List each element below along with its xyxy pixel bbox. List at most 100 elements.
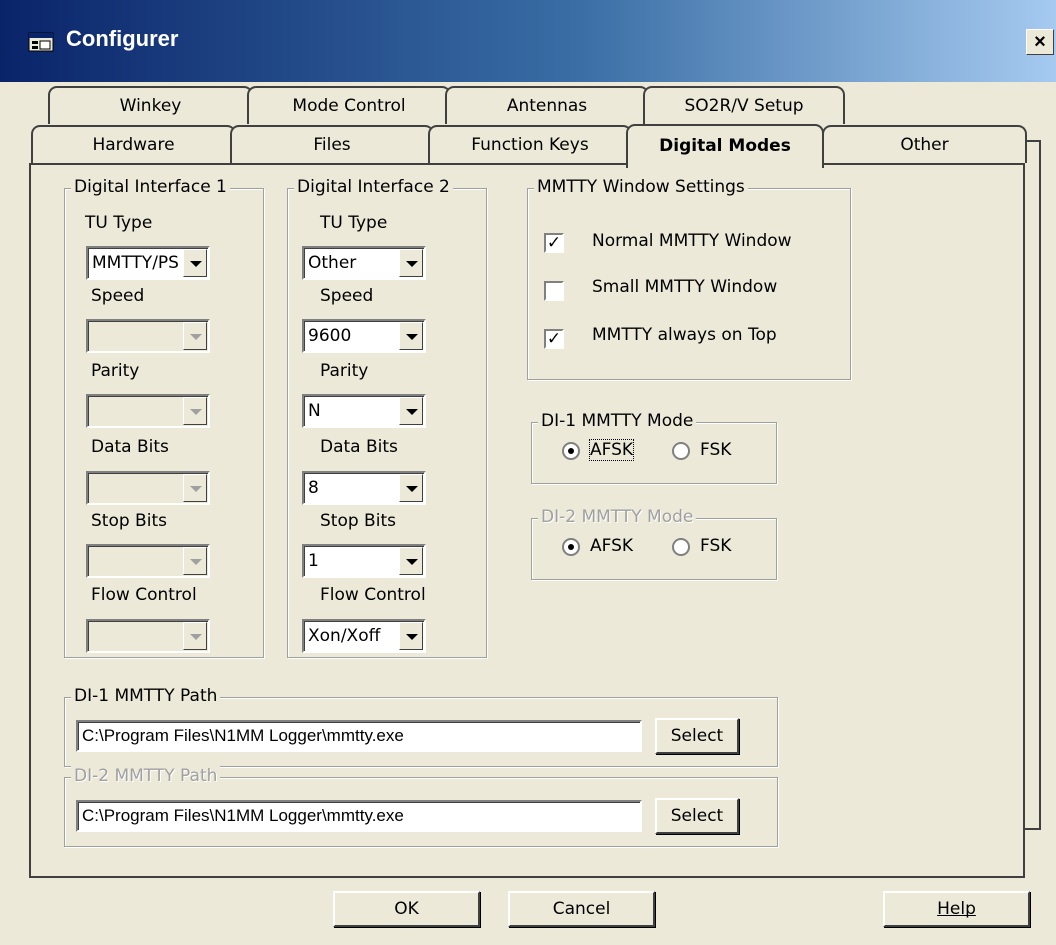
di1-parity-dropdown-button[interactable] [183,397,207,425]
tab-files[interactable]: Files [230,125,434,163]
tab-function-keys[interactable]: Function Keys [428,125,632,163]
di1-fsk-radio[interactable] [672,442,690,460]
di2-afsk-label[interactable]: AFSK [590,536,633,556]
di2-mmtty-mode-legend: DI-2 MMTTY Mode [538,507,697,527]
di2-stop-bits-select[interactable]: 1 [302,544,426,578]
di1-speed-label: Speed [91,286,145,306]
normal-mmtty-window-checkbox[interactable]: ✓ [544,233,564,253]
di2-flow-control-select[interactable]: Xon/Xoff [302,619,426,653]
di2-select-button[interactable]: Select [655,798,739,834]
di2-tu-type-value: Other [308,253,357,273]
di1-afsk-label[interactable]: AFSK [588,439,635,461]
di1-data-bits-select[interactable] [86,471,210,505]
mmtty-always-on-top-checkbox[interactable]: ✓ [544,329,564,349]
tab-mode-control-label: Mode Control [292,96,406,116]
di2-mmtty-path-input[interactable] [76,800,642,832]
mmtty-always-on-top-label[interactable]: MMTTY always on Top [592,325,777,345]
mmtty-window-settings-group: MMTTY Window Settings ✓ Normal MMTTY Win… [527,177,851,380]
di2-flow-control-dropdown-button[interactable] [399,622,423,650]
chevron-down-icon [406,486,418,492]
tab-so2r-setup[interactable]: SO2R/V Setup [643,86,845,124]
di1-flow-control-select[interactable] [86,619,210,653]
digital-interface-2-legend: Digital Interface 2 [294,177,453,197]
help-button-label: Help [937,899,976,919]
close-button[interactable]: × [1026,29,1054,55]
di2-parity-select[interactable]: N [302,394,426,428]
di2-data-bits-select[interactable]: 8 [302,471,426,505]
tab-mode-control[interactable]: Mode Control [247,86,451,124]
window-title: Configurer [66,26,179,51]
di2-speed-select[interactable]: 9600 [302,319,426,353]
normal-mmtty-window-label[interactable]: Normal MMTTY Window [592,231,792,251]
di1-data-bits-dropdown-button[interactable] [183,474,207,502]
cancel-button[interactable]: Cancel [508,891,655,927]
mmtty-window-settings-legend: MMTTY Window Settings [534,177,748,197]
di1-flow-control-label: Flow Control [91,585,197,605]
di2-stop-bits-label: Stop Bits [320,511,396,531]
tab-hardware-label: Hardware [92,135,175,155]
di2-data-bits-dropdown-button[interactable] [399,474,423,502]
tab-other[interactable]: Other [822,125,1027,163]
di1-tu-type-select[interactable]: MMTTY/PS [86,246,210,280]
ok-button[interactable]: OK [333,891,480,927]
chevron-down-icon [406,261,418,267]
di2-speed-value: 9600 [308,326,352,346]
small-mmtty-window-label[interactable]: Small MMTTY Window [592,277,777,297]
help-button[interactable]: Help [883,891,1030,927]
di1-fsk-label[interactable]: FSK [700,440,731,460]
tab-antennas-label: Antennas [506,96,588,116]
tab-winkey[interactable]: Winkey [48,86,253,124]
di1-parity-select[interactable] [86,394,210,428]
tab-winkey-label: Winkey [119,96,182,116]
di1-speed-select[interactable] [86,319,210,353]
di2-data-bits-value: 8 [308,478,319,498]
di1-tu-type-value: MMTTY/PS [92,253,179,273]
check-icon: ✓ [546,329,562,349]
di1-tu-type-dropdown-button[interactable] [183,249,207,277]
di2-tu-type-dropdown-button[interactable] [399,249,423,277]
chevron-down-icon [406,634,418,640]
di2-parity-dropdown-button[interactable] [399,397,423,425]
di2-mmtty-path-legend: DI-2 MMTTY Path [71,766,221,786]
di2-afsk-radio[interactable] [562,538,580,556]
di1-mmtty-mode-legend: DI-1 MMTTY Mode [538,411,697,431]
tab-digital-modes-label: Digital Modes [659,136,791,156]
di1-select-button-label: Select [670,726,724,746]
digital-modes-panel: Digital Interface 1 TU Type MMTTY/PS Spe… [29,163,1025,878]
di2-select-button-label: Select [670,806,724,826]
di2-flow-control-label: Flow Control [320,585,426,605]
di1-stop-bits-label: Stop Bits [91,511,167,531]
chevron-down-icon [190,634,202,640]
di2-fsk-label[interactable]: FSK [700,536,731,556]
di2-tu-type-label: TU Type [320,213,388,233]
di2-flow-control-value: Xon/Xoff [308,626,381,646]
di1-flow-control-dropdown-button[interactable] [183,622,207,650]
di1-stop-bits-select[interactable] [86,544,210,578]
small-mmtty-window-checkbox[interactable] [544,281,564,301]
di2-mmtty-mode-group: DI-2 MMTTY Mode AFSK FSK [531,507,777,580]
ok-button-label: OK [394,899,419,919]
di1-parity-label: Parity [91,361,140,381]
chevron-down-icon [190,409,202,415]
di1-select-button[interactable]: Select [655,718,739,754]
di1-afsk-radio[interactable] [562,442,580,460]
tab-hardware[interactable]: Hardware [31,125,236,163]
tab-other-label: Other [900,135,949,155]
di2-parity-value: N [308,401,321,421]
chevron-down-icon [190,559,202,565]
di2-stop-bits-dropdown-button[interactable] [399,547,423,575]
di2-tu-type-select[interactable]: Other [302,246,426,280]
title-bar: Configurer × [0,0,1056,82]
di2-data-bits-label: Data Bits [320,437,398,457]
tab-antennas[interactable]: Antennas [445,86,649,124]
tab-digital-modes[interactable]: Digital Modes [626,124,824,168]
check-icon: ✓ [546,233,562,253]
di2-fsk-radio[interactable] [672,538,690,556]
di2-speed-dropdown-button[interactable] [399,322,423,350]
di1-speed-dropdown-button[interactable] [183,322,207,350]
di1-stop-bits-dropdown-button[interactable] [183,547,207,575]
close-icon: × [1034,31,1046,53]
chevron-down-icon [190,486,202,492]
di1-mmtty-path-input[interactable] [76,720,642,752]
tab-panel-edge [1025,140,1041,830]
